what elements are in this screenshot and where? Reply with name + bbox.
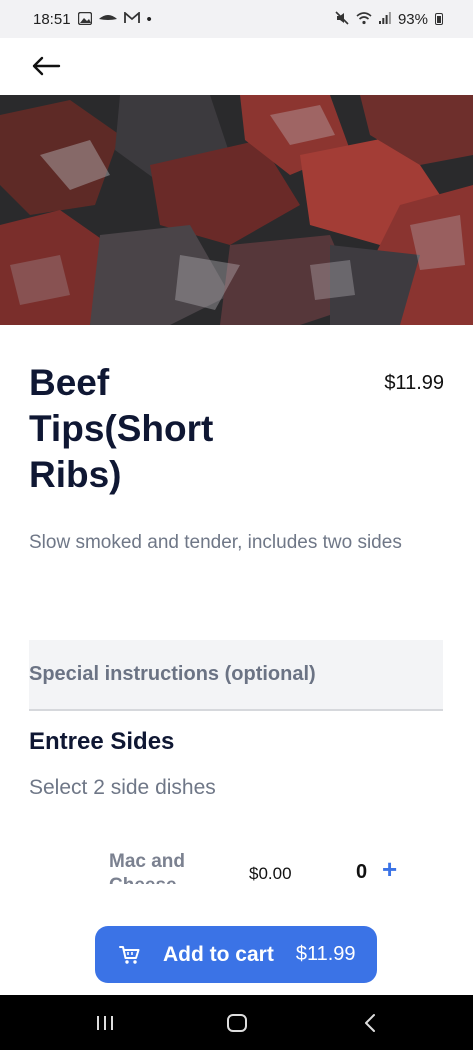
arrow-left-icon [32,56,61,76]
recent-apps-button[interactable] [85,1009,125,1037]
special-instructions-placeholder: Special instructions (optional) [29,663,316,685]
signal-icon [378,12,391,26]
entree-sides-subtitle: Select 2 side dishes [29,776,216,799]
add-to-cart-label: Add to cart [163,942,274,966]
item-description: Slow smoked and tender, includes two sid… [29,532,402,553]
item-photo [0,95,473,325]
eye-notification-icon [98,13,117,26]
app-bar [0,38,473,95]
entree-sides-heading: Entree Sides [29,728,175,755]
add-to-cart-button[interactable]: Add to cart $11.99 [95,926,377,983]
chevron-left-icon [365,1014,375,1032]
mute-icon [335,11,349,27]
side-option-quantity: 0 [356,861,368,883]
side-option-add-button[interactable]: + [382,856,397,882]
battery-icon [435,13,443,25]
side-option-name: Mac and Cheese [109,851,186,884]
gmail-notification-icon [123,11,140,26]
home-button[interactable] [217,1009,257,1037]
wifi-icon [356,11,372,27]
system-nav-bar [0,995,473,1050]
battery-percent: 93% [397,10,428,28]
beef-tips-photo [0,95,473,325]
status-dot: • [146,10,152,28]
item-title: Beef Tips(Short Ribs) [29,362,214,495]
status-left: 18:51 • [33,11,152,28]
special-instructions-field[interactable]: Special instructions (optional) [29,640,443,711]
back-button[interactable] [26,50,66,82]
status-time: 18:51 [33,10,71,28]
side-option-price: $0.00 [249,864,292,883]
cart-icon [119,945,140,964]
recent-apps-icon [97,1016,113,1030]
system-back-button[interactable] [350,1009,390,1037]
add-to-cart-total: $11.99 [295,943,356,965]
status-bar: 18:51 • 93% [0,0,473,38]
status-right: 93% [335,11,443,28]
home-icon [227,1014,247,1032]
item-price: $11.99 [384,372,444,394]
side-option-row: Mac and Cheese $0.00 0 + [0,848,473,888]
gallery-notification-icon [77,11,92,27]
